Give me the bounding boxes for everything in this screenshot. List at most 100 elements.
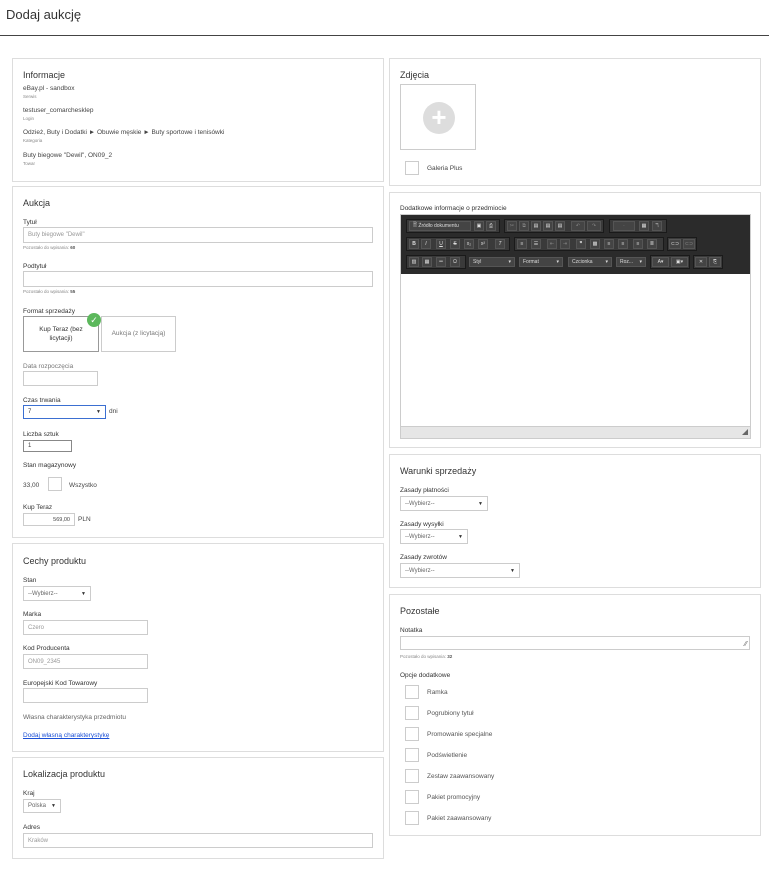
div-container-icon[interactable]: ▩ bbox=[590, 239, 600, 249]
align-right-icon[interactable]: ≡ bbox=[633, 239, 643, 249]
format-dropdown[interactable]: Format ▾ bbox=[519, 257, 563, 267]
gallery-plus-checkbox[interactable] bbox=[405, 161, 419, 175]
brand-input[interactable]: Czero bbox=[23, 620, 148, 635]
option-checkbox[interactable] bbox=[405, 748, 419, 762]
returns-select[interactable]: --Wybierz-- ▼ bbox=[400, 563, 520, 578]
quantity-input[interactable]: 1 bbox=[23, 440, 72, 452]
paste-text-icon[interactable]: ▤ bbox=[543, 221, 553, 231]
auction-title: Aukcja bbox=[23, 198, 51, 208]
paste-icon[interactable]: ▤ bbox=[531, 221, 541, 231]
option-checkbox[interactable] bbox=[405, 790, 419, 804]
style-dropdown[interactable]: Styl ▾ bbox=[469, 257, 515, 267]
text-color-icon[interactable]: A▾ bbox=[652, 257, 669, 267]
title-input[interactable]: Buty biegowe "Dewil" bbox=[23, 227, 373, 243]
bg-color-icon[interactable]: ▣▾ bbox=[671, 257, 688, 267]
italic-icon[interactable]: I bbox=[421, 239, 431, 249]
shipping-select[interactable]: --Wybierz-- ▼ bbox=[400, 529, 468, 544]
align-justify-icon[interactable]: ≣ bbox=[647, 239, 657, 249]
subtitle-input[interactable] bbox=[23, 271, 373, 287]
align-left-icon[interactable]: ≡ bbox=[604, 239, 614, 249]
payment-label: Zasady płatności bbox=[400, 487, 449, 494]
chevron-down-icon: ▾ bbox=[556, 259, 559, 265]
align-center-icon[interactable]: ≡ bbox=[618, 239, 628, 249]
unlink-icon[interactable]: ⊂⊃ bbox=[683, 239, 695, 249]
stock-all-checkbox[interactable] bbox=[48, 477, 62, 491]
title-label: Tytuł bbox=[23, 219, 37, 226]
underline-icon[interactable]: U bbox=[436, 239, 446, 249]
address-input[interactable]: Kraków bbox=[23, 833, 373, 848]
shipping-value: --Wybierz-- bbox=[405, 533, 435, 540]
add-photo-button[interactable]: + bbox=[400, 84, 476, 150]
mpn-label: Kod Producenta bbox=[23, 645, 70, 652]
table-icon[interactable]: ▦ bbox=[422, 257, 432, 267]
country-select[interactable]: Polska ▼ bbox=[23, 799, 61, 813]
size-dropdown[interactable]: Roz... ▾ bbox=[616, 257, 646, 267]
info-panel: Informacje eBay.pl - sandbox Serwis test… bbox=[12, 58, 384, 182]
show-blocks-icon[interactable]: ⎘ bbox=[709, 257, 721, 267]
stock-all-label: Wszystko bbox=[69, 482, 97, 489]
country-label: Kraj bbox=[23, 790, 35, 797]
start-date-input[interactable] bbox=[23, 371, 98, 386]
payment-select[interactable]: --Wybierz-- ▼ bbox=[400, 496, 488, 511]
format-auction-option[interactable]: Aukcja (z licytacją) bbox=[101, 316, 176, 352]
product-label: Towar bbox=[23, 161, 36, 166]
bulleted-list-icon[interactable]: ☰ bbox=[531, 239, 541, 249]
cut-icon[interactable]: ✂ bbox=[507, 221, 517, 231]
currency-label: PLN bbox=[78, 516, 91, 523]
duration-unit: dni bbox=[109, 408, 118, 415]
mpn-input[interactable]: ON09_2345 bbox=[23, 654, 148, 669]
option-checkbox[interactable] bbox=[405, 811, 419, 825]
redo-icon[interactable]: ↷ bbox=[587, 221, 601, 231]
link-icon[interactable]: ⊂⊃ bbox=[669, 239, 681, 249]
returns-label: Zasady zwrotów bbox=[400, 554, 447, 561]
option-checkbox[interactable] bbox=[405, 706, 419, 720]
features-panel: Cechy produktu Stan --Wybierz-- ▼ Marka … bbox=[12, 543, 384, 752]
duration-select[interactable]: 7 ▼ bbox=[23, 405, 106, 419]
indent-icon[interactable]: ⇥ bbox=[560, 239, 570, 249]
shipping-label: Zasady wysyłki bbox=[400, 521, 444, 528]
option-checkbox[interactable] bbox=[405, 685, 419, 699]
copy-icon[interactable]: ⧉ bbox=[519, 221, 529, 231]
image-icon[interactable]: ▨ bbox=[409, 257, 419, 267]
option-label: Promowanie specjalne bbox=[427, 731, 493, 738]
outdent-icon[interactable]: ⇤ bbox=[547, 239, 557, 249]
find-icon[interactable]: · bbox=[613, 221, 635, 231]
superscript-icon[interactable]: x² bbox=[478, 239, 488, 249]
blockquote-icon[interactable]: ❞ bbox=[576, 239, 586, 249]
buy-now-price-input[interactable]: 569,00 bbox=[23, 513, 75, 526]
font-dropdown[interactable]: Czcionka ▾ bbox=[568, 257, 612, 267]
ean-input[interactable] bbox=[23, 688, 148, 703]
spellcheck-icon[interactable]: ℸ bbox=[652, 221, 662, 231]
editor-content-area[interactable] bbox=[401, 274, 750, 426]
strikethrough-icon[interactable]: S bbox=[450, 239, 460, 249]
source-button[interactable]: 🖹 Źródło dokumentu bbox=[409, 221, 471, 231]
note-textarea[interactable]: ⁄⁄ bbox=[400, 636, 750, 650]
select-all-icon[interactable]: ▦ bbox=[639, 221, 649, 231]
option-checkbox[interactable] bbox=[405, 727, 419, 741]
print-icon[interactable]: ⎙ bbox=[486, 221, 496, 231]
format-label: Format sprzedaży bbox=[23, 308, 76, 315]
maximize-icon[interactable]: ✕ bbox=[695, 257, 707, 267]
condition-select[interactable]: --Wybierz-- ▼ bbox=[23, 586, 91, 601]
paste-word-icon[interactable]: ▤ bbox=[555, 221, 565, 231]
special-char-icon[interactable]: Ω bbox=[450, 257, 460, 267]
option-label: Pogrubiony tytuł bbox=[427, 710, 474, 717]
location-title: Lokalizacja produktu bbox=[23, 769, 106, 779]
undo-icon[interactable]: ↶ bbox=[571, 221, 585, 231]
brand-label: Marka bbox=[23, 611, 42, 618]
option-checkbox[interactable] bbox=[405, 769, 419, 783]
page-title: Dodaj aukcję bbox=[6, 7, 82, 22]
save-icon[interactable]: ▣ bbox=[474, 221, 484, 231]
chevron-down-icon: ▼ bbox=[81, 590, 86, 597]
note-label: Notatka bbox=[400, 627, 423, 634]
horizontal-line-icon[interactable]: ═ bbox=[436, 257, 446, 267]
add-custom-feature-link[interactable]: Dodaj własną charakterystykę bbox=[23, 732, 109, 739]
bold-icon[interactable]: B bbox=[409, 239, 419, 249]
remove-format-icon[interactable]: T bbox=[495, 239, 505, 249]
gallery-plus-label: Galeria Plus bbox=[427, 165, 463, 172]
resize-handle-icon[interactable] bbox=[742, 429, 748, 435]
subscript-icon[interactable]: x₂ bbox=[464, 239, 474, 249]
format-auction-label: Aukcja (z licytacją) bbox=[111, 330, 166, 338]
numbered-list-icon[interactable]: ≡ bbox=[517, 239, 527, 249]
option-label: Podświetlenie bbox=[427, 752, 468, 759]
